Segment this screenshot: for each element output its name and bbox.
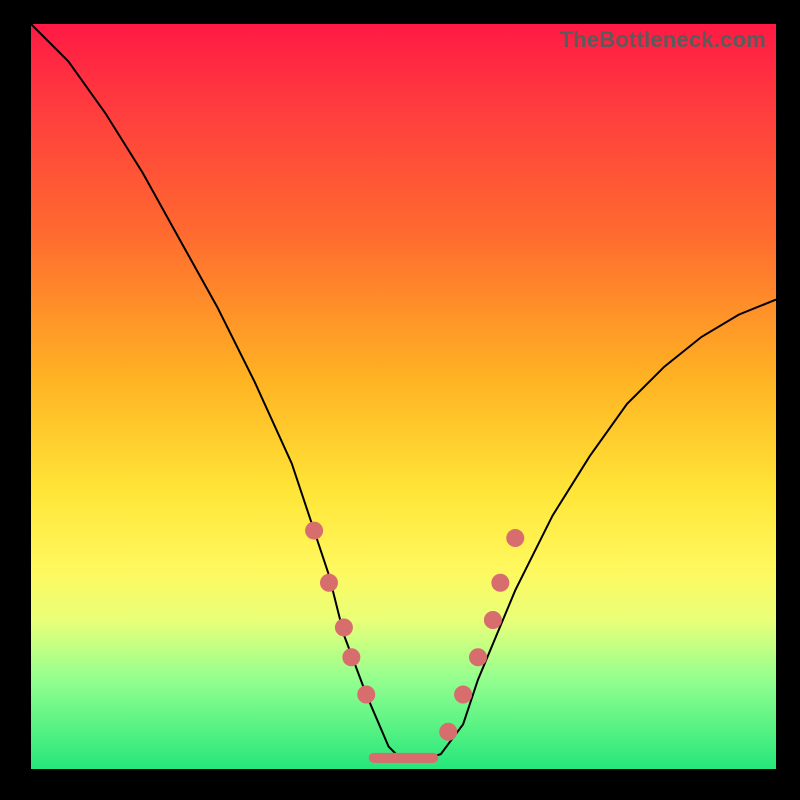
chart-frame: TheBottleneck.com bbox=[0, 0, 800, 800]
highlight-dot bbox=[342, 648, 360, 666]
chart-svg bbox=[31, 24, 776, 769]
highlight-dot bbox=[357, 686, 375, 704]
highlight-dot bbox=[454, 686, 472, 704]
highlight-dot bbox=[335, 618, 353, 636]
highlight-dot bbox=[484, 611, 502, 629]
highlight-dot bbox=[320, 574, 338, 592]
highlight-dot bbox=[506, 529, 524, 547]
highlight-dots-group bbox=[305, 522, 524, 741]
highlight-dot bbox=[491, 574, 509, 592]
highlight-dot bbox=[439, 723, 457, 741]
bottleneck-curve bbox=[31, 24, 776, 762]
highlight-dot bbox=[469, 648, 487, 666]
chart-plot-area: TheBottleneck.com bbox=[31, 24, 776, 769]
highlight-dot bbox=[305, 522, 323, 540]
